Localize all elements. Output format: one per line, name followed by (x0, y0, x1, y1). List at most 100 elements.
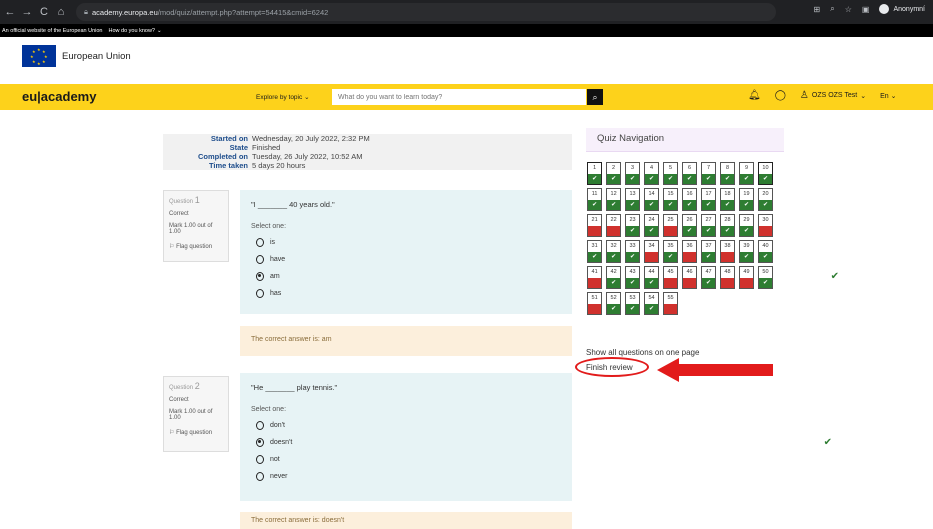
quiz-nav-button[interactable]: 48 (719, 266, 736, 289)
quiz-nav-button[interactable]: 18 ✔ (719, 188, 736, 211)
quiz-nav-button[interactable]: 44 ✔ (643, 266, 660, 289)
quiz-nav-button[interactable]: 29 ✔ (738, 214, 755, 237)
check-icon: ✔ (701, 225, 716, 236)
quiz-nav-button[interactable]: 13 ✔ (624, 188, 641, 211)
quiz-nav-button[interactable]: 23 ✔ (624, 214, 641, 237)
quiz-nav-button[interactable]: 30 (757, 214, 774, 237)
quiz-nav-button[interactable]: 15 ✔ (662, 188, 679, 211)
home-icon[interactable]: ⌂ (54, 6, 68, 18)
sidebar-icon[interactable]: ▣ (862, 5, 870, 14)
address-bar[interactable]: 🔒︎ academy.europa.eu /mod/quiz/attempt.p… (76, 3, 776, 21)
forward-icon[interactable]: → (20, 6, 34, 18)
quiz-nav-button[interactable]: 3 ✔ (624, 162, 641, 185)
radio-button[interactable] (256, 254, 264, 264)
reload-icon[interactable]: C (37, 6, 51, 18)
flag-question-link[interactable]: ⚐ Flag question (169, 243, 223, 250)
quiz-nav-button[interactable]: 9 ✔ (738, 162, 755, 185)
radio-button[interactable] (256, 237, 264, 247)
quiz-nav-button[interactable]: 51 (587, 292, 603, 315)
quiz-nav-button[interactable]: 11 ✔ (587, 188, 603, 211)
radio-button-selected[interactable] (256, 271, 264, 281)
quiz-nav-button[interactable]: 40 ✔ (757, 240, 774, 263)
quiz-nav-button[interactable]: 43 ✔ (624, 266, 641, 289)
eu-flag-logo[interactable]: ★ ★ ★ ★ ★ ★ ★ ★ (22, 45, 56, 67)
chat-icon[interactable]: ◯ (775, 90, 786, 101)
eu-banner-link[interactable]: How do you know? (109, 28, 155, 34)
quiz-nav-button[interactable]: 17 ✔ (700, 188, 717, 211)
quiz-nav-button[interactable]: 14 ✔ (643, 188, 660, 211)
quiz-nav-number: 17 (705, 191, 712, 198)
quiz-nav-button[interactable]: 41 (587, 266, 603, 289)
search-button[interactable]: ⌕ (587, 89, 603, 105)
star-icon[interactable]: ☆ (845, 5, 852, 14)
option-label: has (270, 289, 282, 297)
radio-button[interactable] (256, 454, 264, 464)
quiz-nav-button[interactable]: 34 (643, 240, 660, 263)
option-label: don't (270, 421, 285, 429)
answer-option[interactable]: have (251, 254, 561, 264)
translate-icon[interactable]: ⊞ (814, 5, 821, 14)
quiz-nav-button[interactable]: 47 ✔ (700, 266, 717, 289)
quiz-nav-button[interactable]: 24 ✔ (643, 214, 660, 237)
quiz-nav-button[interactable]: 37 ✔ (700, 240, 717, 263)
quiz-nav-button[interactable]: 2 ✔ (605, 162, 622, 185)
quiz-nav-button[interactable]: 21 (587, 214, 603, 237)
answer-option[interactable]: not (251, 454, 561, 464)
explore-menu[interactable]: Explore by topic ⌄ (256, 93, 310, 101)
quiz-nav-button[interactable]: 25 (662, 214, 679, 237)
quiz-nav-button[interactable]: 50 ✔ (757, 266, 774, 289)
quiz-nav-button[interactable]: 53 ✔ (624, 292, 641, 315)
radio-button[interactable] (256, 471, 264, 481)
language-menu[interactable]: En ⌄ (880, 92, 896, 100)
quiz-nav-button[interactable]: 4 ✔ (643, 162, 660, 185)
quiz-nav-button[interactable]: 12 ✔ (605, 188, 622, 211)
quiz-nav-button[interactable]: 38 (719, 240, 736, 263)
attempt-summary: Started on Wednesday, 20 July 2022, 2:32… (163, 134, 572, 170)
quiz-nav-button[interactable]: 16 ✔ (681, 188, 698, 211)
show-all-questions-link[interactable]: Show all questions on one page (586, 348, 699, 357)
quiz-nav-button[interactable]: 7 ✔ (700, 162, 717, 185)
quiz-nav-button[interactable]: 6 ✔ (681, 162, 698, 185)
quiz-nav-button[interactable]: 31 ✔ (587, 240, 603, 263)
bell-icon[interactable]: 🔔︎ (748, 90, 761, 101)
quiz-nav-button[interactable]: 22 (605, 214, 622, 237)
quiz-nav-button[interactable]: 39 ✔ (738, 240, 755, 263)
quiz-nav-button[interactable]: 54 ✔ (643, 292, 660, 315)
quiz-nav-button[interactable]: 20 ✔ (757, 188, 774, 211)
radio-button-selected[interactable] (256, 437, 264, 447)
answer-option[interactable]: doesn't ✔ (251, 437, 832, 448)
quiz-nav-button[interactable]: 8 ✔ (719, 162, 736, 185)
quiz-nav-button[interactable]: 28 ✔ (719, 214, 736, 237)
zoom-icon[interactable]: ⌕ (830, 4, 834, 14)
quiz-nav-button[interactable]: 45 (662, 266, 679, 289)
quiz-nav-button[interactable]: 46 (681, 266, 698, 289)
radio-button[interactable] (256, 420, 264, 430)
answer-option[interactable]: has (251, 288, 561, 298)
quiz-nav-button[interactable]: 1 ✔ (587, 162, 603, 185)
quiz-nav-button[interactable]: 32 ✔ (605, 240, 622, 263)
quiz-nav-button[interactable]: 49 (738, 266, 755, 289)
quiz-nav-button[interactable]: 42 ✔ (605, 266, 622, 289)
radio-button[interactable] (256, 288, 264, 298)
quiz-nav-button[interactable]: 19 ✔ (738, 188, 755, 211)
answer-option[interactable]: is (251, 237, 561, 247)
brand-logo[interactable]: eu|academy (22, 89, 96, 104)
flag-question-link[interactable]: ⚐ Flag question (169, 429, 223, 436)
quiz-nav-button[interactable]: 52 ✔ (605, 292, 622, 315)
quiz-nav-button[interactable]: 36 (681, 240, 698, 263)
user-menu[interactable]: ♙ OZS OZS Test ⌄ (800, 90, 866, 101)
back-icon[interactable]: ← (3, 6, 17, 18)
quiz-nav-button[interactable]: 10 ✔ (757, 162, 774, 185)
quiz-nav-button[interactable]: 5 ✔ (662, 162, 679, 185)
quiz-nav-button[interactable]: 35 ✔ (662, 240, 679, 263)
quiz-nav-button[interactable]: 55 (662, 292, 679, 315)
quiz-nav-button[interactable]: 26 ✔ (681, 214, 698, 237)
quiz-nav-number: 29 (743, 217, 750, 224)
answer-option[interactable]: don't (251, 420, 561, 430)
answer-option[interactable]: am ✔ (251, 271, 839, 282)
incognito-icon[interactable] (879, 4, 890, 14)
search-input[interactable] (332, 89, 586, 105)
quiz-nav-button[interactable]: 27 ✔ (700, 214, 717, 237)
quiz-nav-button[interactable]: 33 ✔ (624, 240, 641, 263)
answer-option[interactable]: never (251, 471, 561, 481)
